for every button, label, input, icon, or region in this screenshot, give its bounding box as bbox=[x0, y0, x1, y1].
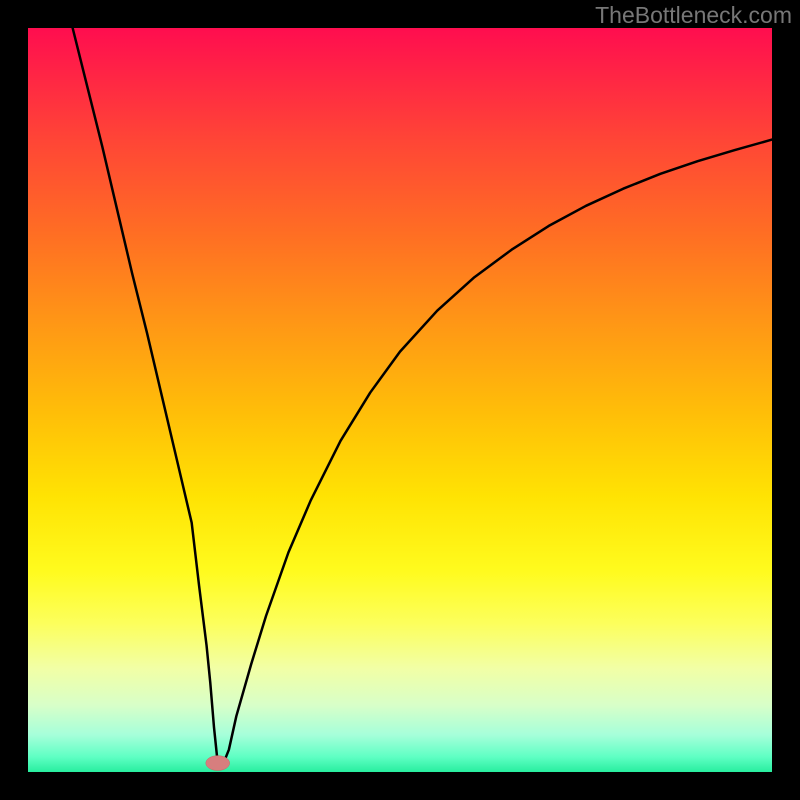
bottleneck-curve bbox=[73, 28, 772, 768]
chart-frame: TheBottleneck.com bbox=[0, 0, 800, 800]
plot-area bbox=[28, 28, 772, 772]
watermark-text: TheBottleneck.com bbox=[595, 2, 792, 29]
minimum-point bbox=[206, 756, 230, 771]
line-chart-svg bbox=[28, 28, 772, 772]
